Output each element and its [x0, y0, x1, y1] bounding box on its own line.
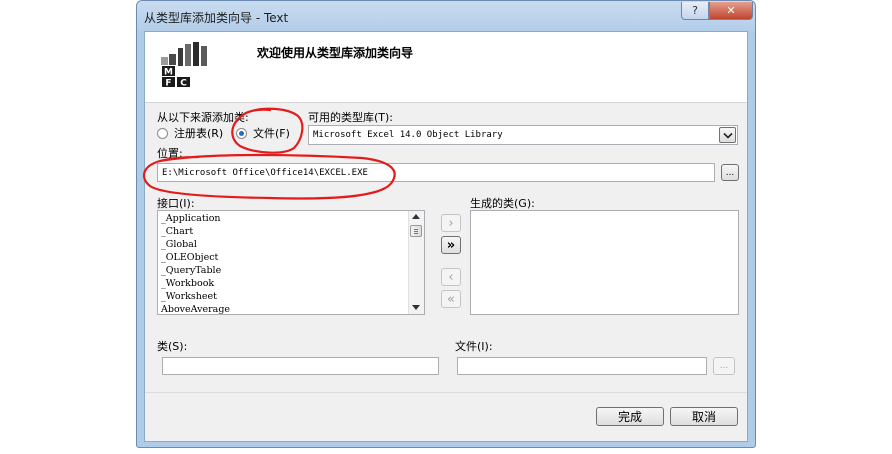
annotation-overlay [142, 107, 396, 200]
annotation-circle-file-option [231, 107, 304, 154]
annotation-circle-location [142, 153, 396, 200]
